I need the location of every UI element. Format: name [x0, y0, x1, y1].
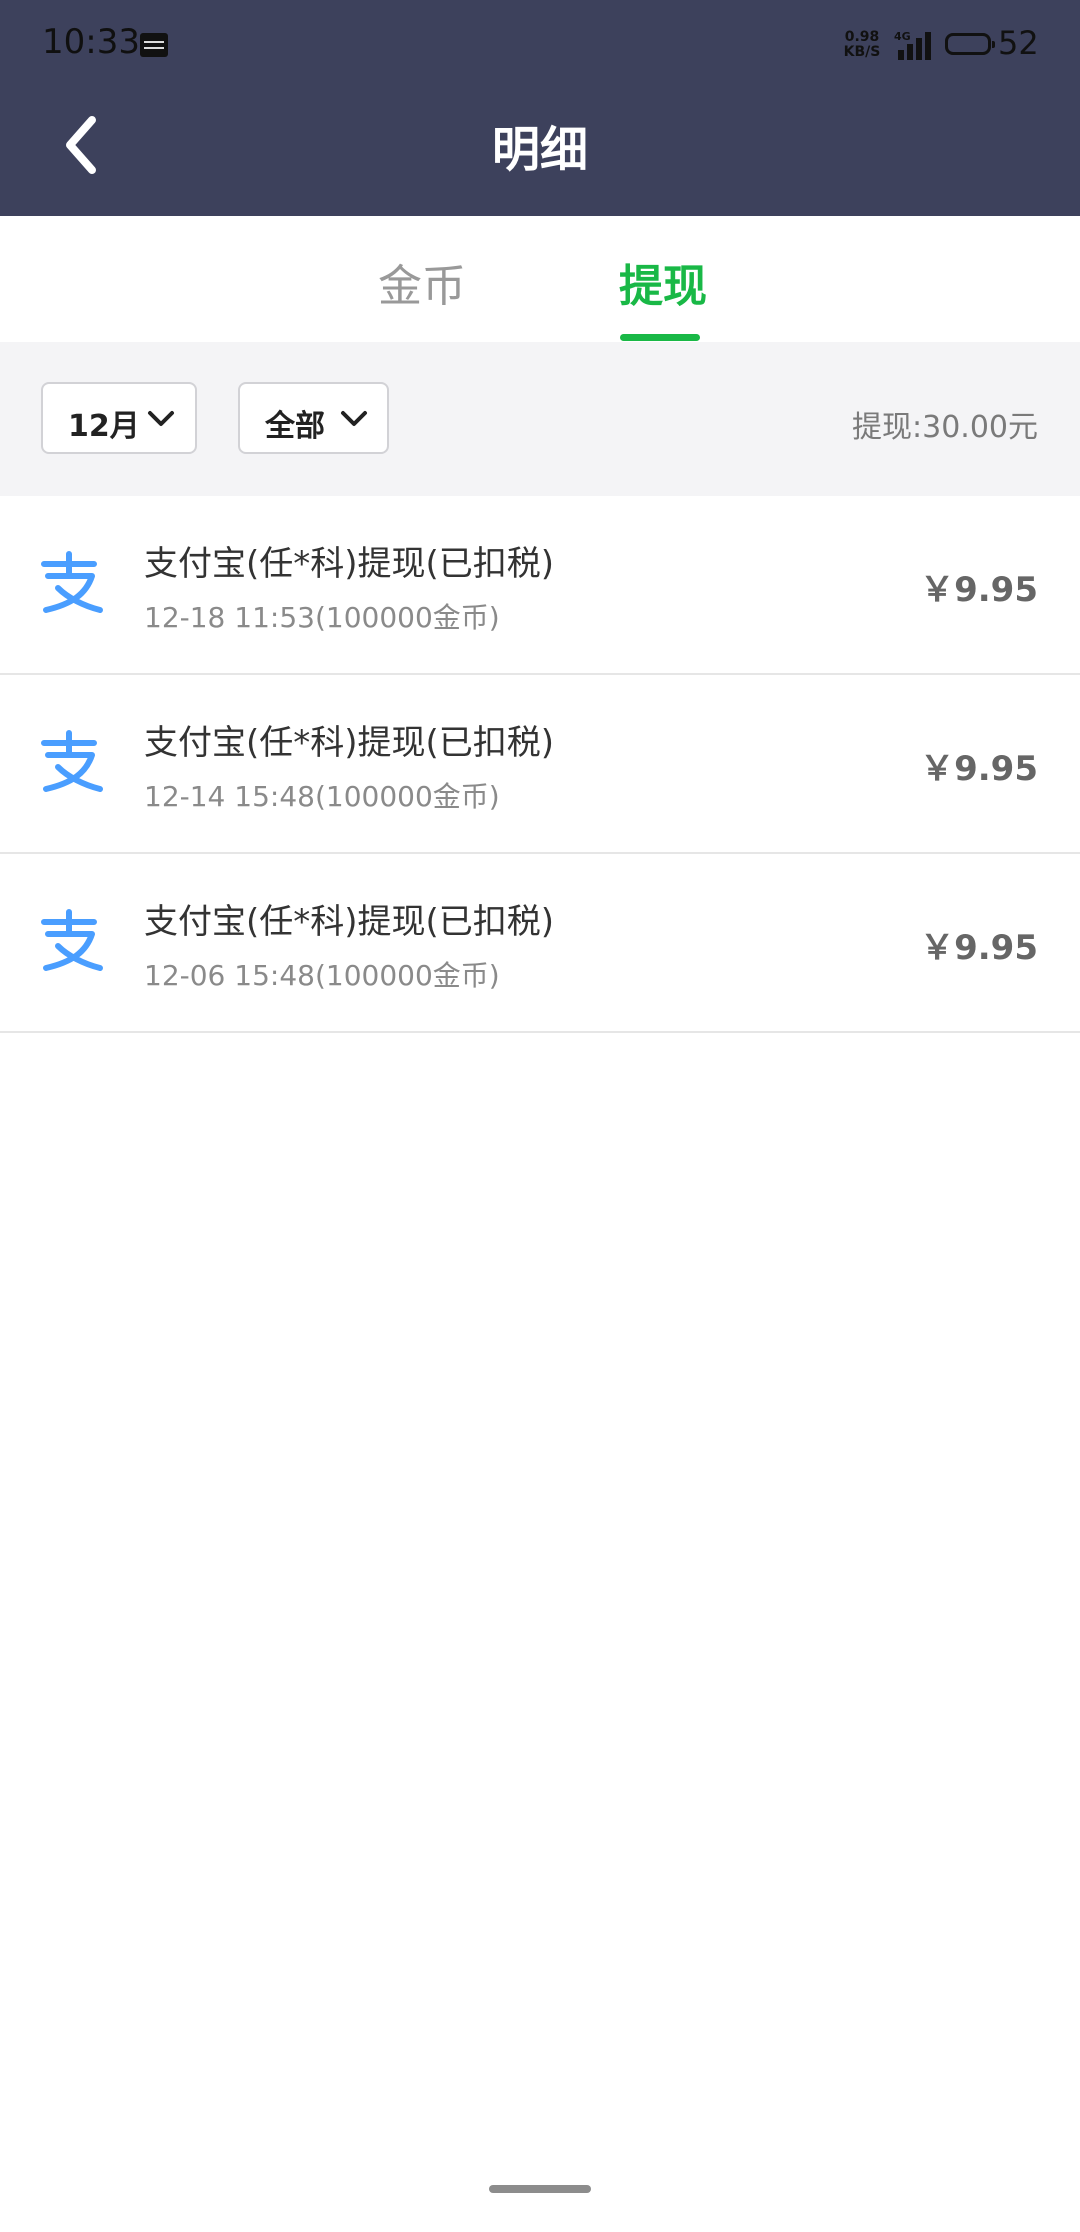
withdrawal-list: 支付宝(任*科)提现(已扣税) 12-18 11:53(100000金币) ￥9…	[0, 496, 1080, 1033]
withdrawal-total: 提现:30.00元	[852, 410, 1038, 445]
tab-coins[interactable]: 金币	[378, 250, 466, 314]
type-dropdown-label: 全部	[265, 409, 325, 444]
record-title: 支付宝(任*科)提现(已扣税)	[144, 902, 555, 942]
alipay-icon	[41, 730, 103, 792]
record-subtitle: 12-06 15:48(100000金币)	[144, 959, 500, 992]
battery-level: 52	[998, 24, 1039, 62]
filter-bar: 12月 全部 提现:30.00元	[0, 342, 1080, 496]
month-dropdown[interactable]: 12月	[41, 382, 197, 454]
signal-bar	[907, 44, 913, 60]
app-header: 10:33 0.98 KB/S 4G 52 明细	[0, 0, 1080, 216]
chevron-down-icon	[341, 411, 367, 426]
tab-bar: 金币 提现	[0, 216, 1080, 342]
network-speed-value: 0.98	[844, 29, 880, 45]
month-dropdown-label: 12月	[68, 409, 140, 444]
record-amount: ￥9.95	[920, 928, 1038, 968]
record-amount: ￥9.95	[920, 749, 1038, 789]
status-bar: 10:33 0.98 KB/S 4G 52	[0, 0, 1080, 90]
tab-withdrawals[interactable]: 提现	[619, 250, 707, 314]
record-title: 支付宝(任*科)提现(已扣税)	[144, 544, 555, 584]
news-notification-icon	[140, 33, 168, 57]
network-type: 4G	[894, 30, 911, 43]
chevron-down-icon	[148, 411, 174, 426]
network-speed-unit: KB/S	[843, 44, 881, 60]
list-item[interactable]: 支付宝(任*科)提现(已扣税) 12-06 15:48(100000金币) ￥9…	[0, 854, 1080, 1033]
signal-strength-icon: 4G	[894, 30, 934, 60]
signal-bar	[916, 38, 922, 60]
network-speed: 0.98 KB/S	[842, 30, 882, 60]
record-amount: ￥9.95	[920, 570, 1038, 610]
type-dropdown[interactable]: 全部	[238, 382, 389, 454]
signal-bar	[925, 32, 931, 60]
list-item[interactable]: 支付宝(任*科)提现(已扣税) 12-14 15:48(100000金币) ￥9…	[0, 675, 1080, 854]
alipay-icon	[41, 551, 103, 613]
page-title: 明细	[491, 122, 588, 178]
record-subtitle: 12-18 11:53(100000金币)	[144, 601, 500, 634]
battery-icon	[945, 33, 995, 55]
list-item[interactable]: 支付宝(任*科)提现(已扣税) 12-18 11:53(100000金币) ￥9…	[0, 496, 1080, 675]
active-tab-indicator	[620, 334, 700, 341]
home-indicator[interactable]	[489, 2185, 591, 2193]
signal-bar	[898, 50, 904, 60]
record-title: 支付宝(任*科)提现(已扣税)	[144, 723, 555, 763]
record-subtitle: 12-14 15:48(100000金币)	[144, 780, 500, 813]
alipay-icon	[41, 909, 103, 971]
status-time: 10:33	[42, 22, 140, 62]
